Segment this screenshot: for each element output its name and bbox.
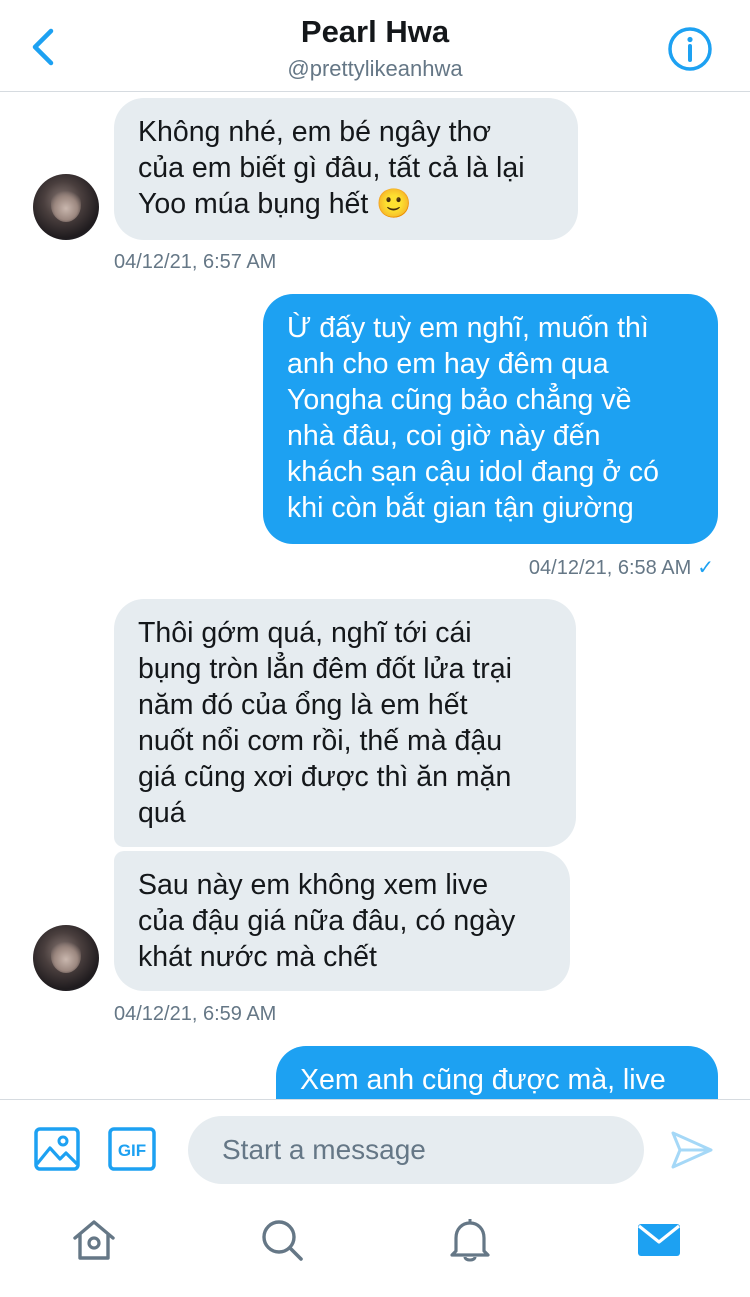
send-button[interactable]: [670, 1130, 714, 1175]
gif-label: GIF: [118, 1141, 146, 1160]
message-input[interactable]: [188, 1116, 644, 1184]
message-line: của em biết gì đâu, tất cả là lại: [138, 152, 525, 184]
outgoing-message[interactable]: Xem anh cũng được mà, live: [276, 1046, 718, 1099]
image-icon: [34, 1127, 80, 1171]
tab-search[interactable]: [259, 1217, 309, 1267]
message-line: năm đó của ổng là em hết: [138, 689, 468, 721]
message-line: quá: [138, 797, 186, 829]
message-line: Xem anh cũng được mà, live: [300, 1064, 666, 1096]
message-line: Yongha cũng bảo chẳng về: [287, 384, 632, 416]
message-line: nuốt nổi cơm rồi, thế mà đậu: [138, 725, 503, 757]
conversation-handle[interactable]: @prettylikeanhwa: [0, 56, 750, 82]
message-line: khát nước mà chết: [138, 941, 377, 973]
home-icon: [73, 1220, 115, 1260]
send-icon: [671, 1131, 713, 1169]
mail-icon: [638, 1224, 680, 1256]
message-line: Thôi gớm quá, nghĩ tới cái: [138, 617, 472, 649]
incoming-message[interactable]: Không nhé, em bé ngây thơ của em biết gì…: [114, 98, 578, 240]
avatar[interactable]: [33, 925, 99, 991]
tab-home[interactable]: [71, 1217, 121, 1267]
read-checkmark-icon: ✓: [697, 557, 714, 579]
tab-notifications[interactable]: [447, 1217, 497, 1267]
message-line: nhà đâu, coi giờ này đến: [287, 420, 601, 452]
message-line: khách sạn cậu idol đang ở có: [287, 456, 660, 488]
tab-messages[interactable]: [636, 1217, 686, 1267]
message-timestamp: 04/12/21, 6:59 AM: [114, 1003, 277, 1025]
message-line: của đậu giá nữa đâu, có ngày: [138, 905, 516, 937]
conversation-header: Pearl Hwa @prettylikeanhwa: [0, 0, 750, 92]
add-gif-button[interactable]: GIF: [108, 1127, 156, 1176]
message-line: bụng tròn lẳn đêm đốt lửa trại: [138, 653, 512, 685]
message-line: anh cho em hay đêm qua: [287, 348, 609, 380]
conversation-title[interactable]: Pearl Hwa: [0, 14, 750, 50]
tab-bar: [0, 1197, 750, 1297]
message-line: khi còn bắt gian tận giường: [287, 492, 634, 524]
info-icon: [668, 27, 712, 71]
message-timestamp: 04/12/21, 6:58 AM: [528, 557, 692, 579]
add-image-button[interactable]: [34, 1126, 80, 1177]
message-line: Ừ đấy tuỳ em nghĩ, muốn thì: [287, 312, 649, 344]
message-line: Không nhé, em bé ngây thơ: [138, 116, 492, 148]
info-button[interactable]: [667, 26, 713, 72]
message-line: Sau này em không xem live: [138, 869, 489, 901]
incoming-message[interactable]: Sau này em không xem live của đậu giá nữ…: [114, 851, 570, 991]
incoming-message[interactable]: Thôi gớm quá, nghĩ tới cái bụng tròn lẳn…: [114, 599, 576, 847]
gif-icon: GIF: [108, 1127, 156, 1171]
message-thread[interactable]: Không nhé, em bé ngây thơ của em biết gì…: [0, 93, 750, 1099]
message-line: giá cũng xơi được thì ăn mặn: [138, 761, 512, 793]
avatar[interactable]: [33, 174, 99, 240]
message-timestamp-row: 04/12/21, 6:58 AM ✓: [529, 555, 714, 580]
message-timestamp: 04/12/21, 6:57 AM: [114, 251, 277, 273]
search-icon: [262, 1220, 303, 1261]
message-composer: GIF: [0, 1099, 750, 1197]
bell-icon: [450, 1219, 490, 1262]
outgoing-message[interactable]: Ừ đấy tuỳ em nghĩ, muốn thì anh cho em h…: [263, 294, 718, 544]
message-line: Yoo múa bụng hết 🙂: [138, 188, 412, 220]
